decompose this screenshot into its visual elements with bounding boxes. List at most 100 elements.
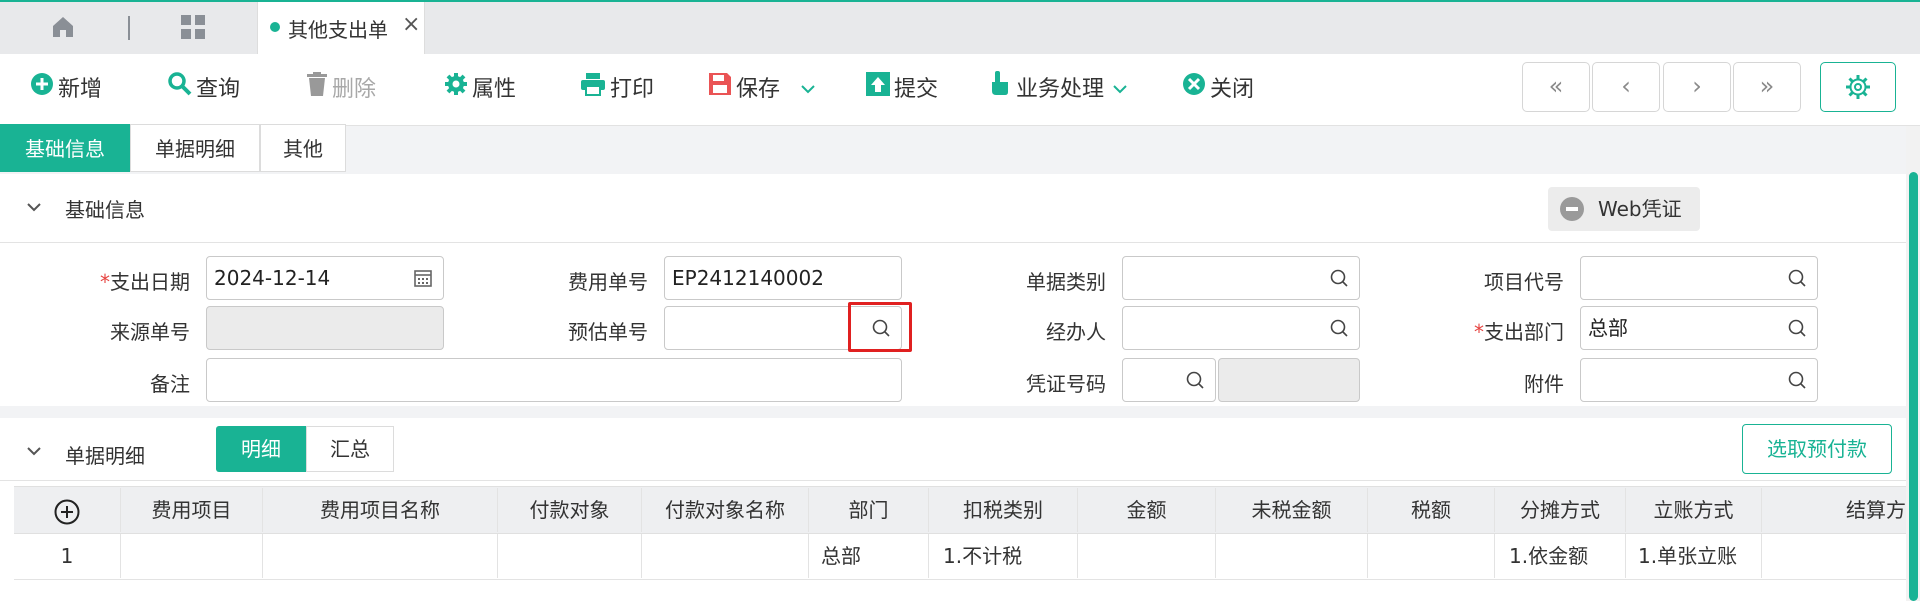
voucher-no-label: 凭证号码 [1026, 372, 1106, 396]
save-button[interactable]: 保存 [708, 54, 780, 126]
tab-basic-info[interactable]: 基础信息 [0, 124, 130, 172]
cell-expense-item[interactable] [121, 534, 263, 578]
trash-icon [306, 54, 328, 126]
basic-info-title: 基础信息 [65, 198, 145, 222]
search-icon [168, 54, 192, 126]
save-label: 保存 [736, 77, 781, 102]
col-tax-type[interactable]: 扣税类别 [929, 488, 1078, 532]
cell-settlement[interactable] [1762, 534, 1906, 578]
attachment-field[interactable] [1580, 358, 1818, 402]
search-icon[interactable] [1329, 318, 1349, 338]
home-icon[interactable] [50, 2, 76, 56]
submit-button[interactable]: 提交 [866, 54, 938, 126]
col-tax[interactable]: 税额 [1368, 488, 1495, 532]
doc-type-label: 单据类别 [1026, 270, 1106, 294]
search-icon[interactable] [1185, 370, 1205, 390]
close-tab-icon[interactable]: × [402, 12, 420, 37]
dept-field[interactable]: 总部 [1580, 306, 1818, 350]
col-settlement[interactable]: 结算方 [1762, 488, 1906, 532]
cell-alloc-method[interactable]: 1.依金额 [1495, 534, 1626, 578]
web-voucher-label: Web凭证 [1598, 197, 1682, 221]
search-icon[interactable] [1329, 268, 1349, 288]
search-icon[interactable] [1787, 370, 1807, 390]
prev-record-button[interactable]: ‹ [1592, 62, 1660, 112]
cell-tax-type[interactable]: 1.不计税 [929, 534, 1078, 578]
properties-button[interactable]: 属性 [444, 54, 516, 126]
attachment-label: 附件 [1524, 372, 1564, 396]
estimate-no-label: 预估单号 [568, 320, 648, 344]
row-number: 1 [14, 534, 121, 578]
search-icon[interactable] [1787, 268, 1807, 288]
cell-dept[interactable]: 总部 [809, 534, 929, 578]
next-record-button[interactable]: › [1663, 62, 1731, 112]
source-no-label: 来源单号 [110, 320, 190, 344]
dept-value: 总部 [1588, 316, 1628, 340]
scrollbar-thumb[interactable] [1909, 172, 1918, 601]
printer-icon [580, 54, 606, 126]
cell-pretax-amount[interactable] [1216, 534, 1368, 578]
voucher-no-display [1218, 358, 1360, 402]
doc-type-field[interactable] [1122, 256, 1360, 300]
save-dropdown-chevron-icon[interactable] [800, 76, 816, 108]
voucher-no-field[interactable] [1122, 358, 1216, 402]
settings-gear-icon [1846, 75, 1870, 99]
search-icon[interactable] [1787, 318, 1807, 338]
minus-circle-icon [1560, 197, 1584, 221]
collapse-chevron-icon[interactable] [25, 200, 43, 219]
business-dropdown-chevron-icon[interactable] [1112, 76, 1128, 108]
close-circle-icon [1182, 54, 1206, 126]
close-label: 关闭 [1210, 77, 1255, 102]
col-account-method[interactable]: 立账方式 [1626, 488, 1762, 532]
col-payee[interactable]: 付款对象 [498, 488, 642, 532]
detail-toggle-button[interactable]: 明细 [216, 426, 306, 472]
expense-date-label: *支出日期 [100, 270, 190, 294]
section-divider [0, 242, 1906, 243]
col-alloc-method[interactable]: 分摊方式 [1495, 488, 1626, 532]
expense-no-field[interactable]: EP2412140002 [664, 256, 902, 300]
col-payee-name[interactable]: 付款对象名称 [642, 488, 809, 532]
divider [128, 16, 130, 40]
calendar-icon[interactable] [413, 268, 433, 288]
expense-date-value: 2024-12-14 [214, 266, 331, 290]
col-dept[interactable]: 部门 [809, 488, 929, 532]
grid-apps-icon[interactable] [180, 14, 206, 44]
query-label: 查询 [196, 77, 241, 102]
collapse-chevron-icon[interactable] [25, 444, 43, 463]
project-code-field[interactable] [1580, 256, 1818, 300]
col-expense-item-name[interactable]: 费用项目名称 [263, 488, 498, 532]
summary-toggle-button[interactable]: 汇总 [306, 426, 394, 472]
col-pretax-amount[interactable]: 未税金额 [1216, 488, 1368, 532]
print-button[interactable]: 打印 [580, 54, 654, 126]
handler-field[interactable] [1122, 306, 1360, 350]
tab-other-expense[interactable]: 其他支出单 × [257, 2, 425, 54]
cell-amount[interactable] [1078, 534, 1216, 578]
remark-field[interactable] [206, 358, 902, 402]
remark-label: 备注 [150, 372, 190, 396]
business-process-button[interactable]: 业务处理 [988, 54, 1104, 126]
delete-label: 删除 [332, 77, 377, 102]
project-code-label: 项目代号 [1484, 270, 1564, 294]
expense-no-label: 费用单号 [568, 270, 648, 294]
cell-payee-name[interactable] [642, 534, 809, 578]
add-button[interactable]: 新增 [30, 54, 102, 126]
cell-tax[interactable] [1368, 534, 1495, 578]
section-divider [0, 480, 1906, 481]
add-row-button[interactable] [14, 488, 121, 532]
delete-button[interactable]: 删除 [306, 54, 376, 126]
col-expense-item[interactable]: 费用项目 [121, 488, 263, 532]
query-button[interactable]: 查询 [168, 54, 240, 126]
last-record-button[interactable]: » [1733, 62, 1801, 112]
first-record-button[interactable]: « [1522, 62, 1590, 112]
cell-expense-item-name[interactable] [263, 534, 498, 578]
cell-payee[interactable] [498, 534, 642, 578]
active-dot [270, 22, 280, 32]
col-amount[interactable]: 金额 [1078, 488, 1216, 532]
close-button[interactable]: 关闭 [1182, 54, 1254, 126]
tab-other[interactable]: 其他 [260, 124, 346, 172]
pick-prepay-button[interactable]: 选取预付款 [1742, 424, 1892, 474]
tab-doc-detail[interactable]: 单据明细 [130, 124, 260, 172]
web-voucher-button[interactable]: Web凭证 [1548, 187, 1700, 231]
expense-date-field[interactable]: 2024-12-14 [206, 256, 444, 300]
cell-account-method[interactable]: 1.单张立账 [1626, 534, 1762, 578]
settings-button[interactable] [1820, 62, 1896, 112]
